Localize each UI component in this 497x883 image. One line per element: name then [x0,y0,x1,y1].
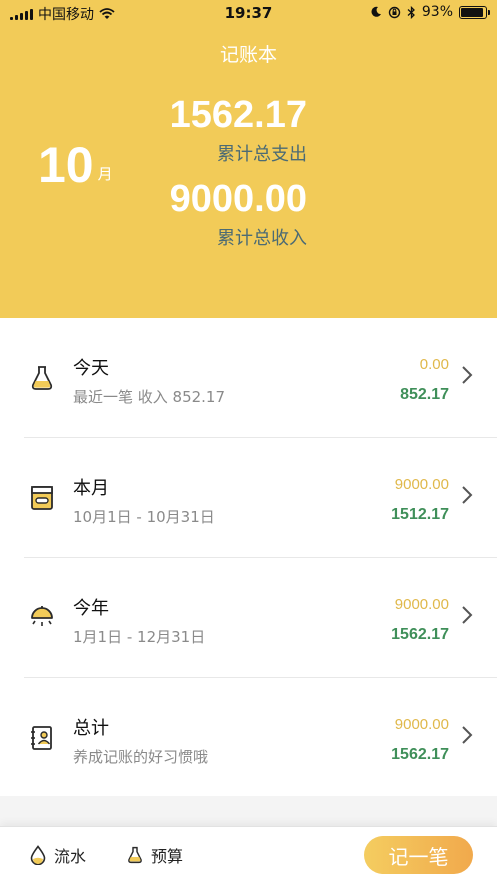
current-month: 10 月 [38,140,113,190]
summary-row-total[interactable]: 总计 养成记账的好习惯哦 9000.00 1562.17 [0,678,497,798]
total-expense: 1562.17 累计总支出 [170,96,307,166]
row-amount-bottom: 1512.17 [391,506,449,523]
chevron-right-icon [462,486,473,504]
row-amount-top: 9000.00 [394,716,449,733]
chevron-right-icon [462,606,473,624]
total-expense-label: 累计总支出 [217,144,307,165]
moon-icon [371,6,381,17]
row-title: 今天 [73,358,109,379]
row-title: 今年 [73,598,109,619]
flask-icon [128,846,142,864]
month-unit: 月 [97,165,113,183]
add-record-button[interactable]: 记一笔 [364,836,473,874]
row-amount-bottom: 1562.17 [391,626,449,643]
tab-budget[interactable]: 预算 [127,843,183,867]
battery-percent: 93% [421,4,453,20]
summary-header: 中国移动 19:37 93% 记账本 10 月 1562.17 累计总支出 90… [0,0,497,318]
row-amount-bottom: 852.17 [400,386,449,403]
flask-icon [31,366,53,390]
row-amount-top: 9000.00 [394,596,449,613]
chevron-right-icon [462,726,473,744]
calendar-icon [31,486,53,510]
bottom-tab-bar: 流水 预算 记一笔 [0,826,497,883]
total-expense-value: 1562.17 [169,94,307,136]
total-income: 9000.00 累计总收入 [170,180,307,250]
total-income-value: 9000.00 [169,178,307,220]
total-income-label: 累计总收入 [217,228,307,249]
battery-icon [459,5,490,19]
row-amount-top: 9000.00 [394,476,449,493]
summary-row-today[interactable]: 今天 最近一笔 收入 852.17 0.00 852.17 [0,318,497,438]
chevron-right-icon [462,366,473,384]
bluetooth-icon [407,5,415,19]
drop-icon [30,845,46,865]
row-amount-top: 0.00 [419,356,449,373]
orientation-lock-icon [388,6,401,18]
sunrise-icon [31,606,53,626]
row-subtitle: 1月1日 - 12月31日 [73,628,206,646]
tab-flow-label: 流水 [54,847,87,866]
battery-level [461,7,484,17]
status-bar: 中国移动 19:37 93% [0,0,497,26]
contacts-book-icon [31,726,52,750]
summary-row-month[interactable]: 本月 10月1日 - 10月31日 9000.00 1512.17 [0,438,497,558]
month-number: 10 [38,137,94,193]
tab-flow[interactable]: 流水 [30,843,86,867]
row-amount-bottom: 1562.17 [391,746,449,763]
row-title: 总计 [73,718,109,739]
status-right: 93% [370,4,490,20]
row-subtitle: 最近一笔 收入 852.17 [73,388,226,406]
row-title: 本月 [73,478,109,499]
summary-row-year[interactable]: 今年 1月1日 - 12月31日 9000.00 1562.17 [0,558,497,678]
summary-list: 今天 最近一笔 收入 852.17 0.00 852.17 本月 10月1日 -… [0,318,497,796]
row-subtitle: 养成记账的好习惯哦 [73,748,209,766]
row-subtitle: 10月1日 - 10月31日 [73,508,215,526]
page-title: 记账本 [219,44,277,66]
tab-budget-label: 预算 [151,847,184,866]
